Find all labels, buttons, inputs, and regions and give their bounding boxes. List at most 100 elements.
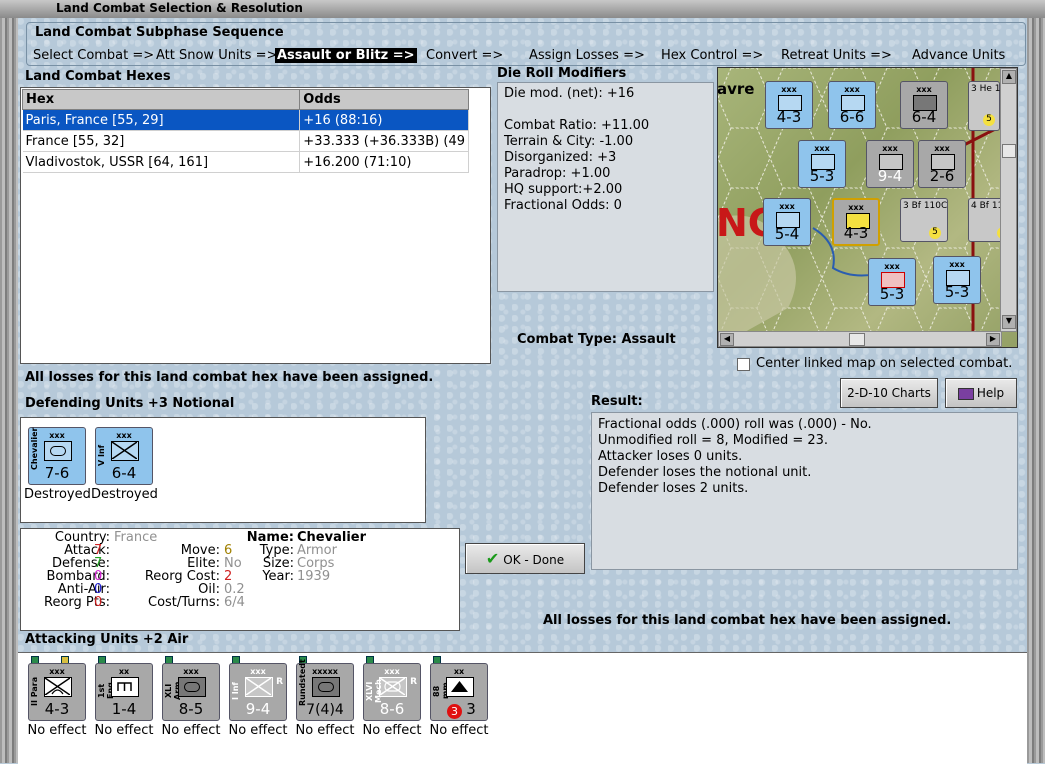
map-counter[interactable]: xxx 5-3 [933,256,981,304]
attacking-unit-counter[interactable]: xxxxx Rundstedt 7(4)4 [296,659,354,721]
map-counter[interactable]: xxx 5-4 [763,198,811,246]
combat-ratio: Combat Ratio: +11.00 [504,118,650,133]
step-hex-control: Hex Control => [661,48,764,63]
armor-symbol-icon [178,677,206,697]
infantry-symbol-icon [111,441,139,461]
infantry-symbol-icon [245,677,273,697]
window-titlebar[interactable]: Land Combat Selection & Resolution [0,0,1045,19]
attacking-unit-status: No effect [429,723,489,738]
checkmark-icon: ✔ [485,549,500,568]
hexes-table: Hex Odds Paris, France [55, 29] +16 (88:… [21,89,469,173]
map-air-counter[interactable]: 3 He 11 5 [968,81,1006,131]
map-counter[interactable]: xxx 9-4 [866,140,914,188]
defending-unit-counter[interactable]: xxx V Inf 6-4 [95,427,153,485]
info-country: France [114,530,158,545]
map-horizontal-scrollbar[interactable]: ◀ ▶ [718,331,1002,347]
anti-aircraft-icon [446,677,474,697]
attacking-units: xxx II Para 4-3 No effect xx 1st Eng 1-4… [18,652,1027,764]
combat-type-label: Combat Type: [517,332,617,347]
combat-type-value: Assault [621,332,676,347]
attacking-unit-status: No effect [362,723,422,738]
scroll-up-icon[interactable]: ▲ [1002,70,1016,84]
window-frame-right [1027,18,1045,763]
step-retreat-units: Retreat Units => [781,48,892,63]
subphase-sequence: Land Combat Subphase Sequence Select Com… [26,22,1026,66]
result-line: Fractional odds (.000) roll was (.000) -… [598,417,872,432]
map-counter-selected[interactable]: xxx 4-3 [832,198,880,246]
map-counter[interactable]: xxx 4-3 [765,81,813,129]
scroll-down-icon[interactable]: ▼ [1002,315,1016,329]
scroll-right-icon[interactable]: ▶ [986,333,1000,346]
combat-type: Combat Type: Assault [517,332,676,347]
paradrop: Paradrop: +1.00 [504,166,611,181]
map-air-counter[interactable]: 3 Bf 110C 5 [900,198,948,242]
linked-map[interactable]: avre NC xxx 4-3 xxx 6-6 xxx 6-4 xxx 5-3 … [717,67,1018,348]
hex-cell: Vladivostok, USSR [64, 161] [22,151,301,173]
attacking-unit-status: No effect [94,723,154,738]
attacking-unit-status: No effect [228,723,288,738]
hexes-list[interactable]: Hex Odds Paris, France [55, 29] +16 (88:… [20,87,491,364]
scroll-thumb[interactable] [849,333,865,346]
attacking-unit-counter[interactable]: xxx II Para 4-3 [28,663,86,721]
hexes-title: Land Combat Hexes [25,69,171,84]
table-row[interactable]: France [55, 32] +33.333 (+36.333B) (49 [22,130,469,152]
center-map-checkbox[interactable] [737,358,750,371]
attacking-unit-counter[interactable]: xx 88 mm 3 3 [430,663,488,721]
step-att-snow-units: Att Snow Units => [156,48,278,63]
unit-info: Country: France Attack: 7 Defense: 7 Bom… [20,528,460,631]
table-row[interactable]: Paris, France [55, 29] +16 (88:16) [22,109,469,131]
help-button[interactable]: Help [945,378,1017,408]
attacking-unit-status: No effect [295,723,355,738]
odds-cell: +16.200 (71:10) [299,151,469,173]
attacking-unit-status: No effect [161,723,221,738]
armor-symbol-icon [312,677,340,697]
result-line: Unmodified roll = 8, Modified = 23. [598,433,829,448]
step-assign-losses: Assign Losses => [529,48,645,63]
charts-button[interactable]: 2-D-10 Charts [840,378,938,408]
window-frame-left [0,18,18,763]
map-city-label: avre [717,80,755,98]
subphase-title: Land Combat Subphase Sequence [35,25,284,40]
ok-done-button[interactable]: ✔ OK - Done [465,543,585,574]
defending-unit-status: Destroyed [24,487,91,502]
die-roll-title: Die Roll Modifiers [497,66,627,81]
mechanized-icon [379,677,407,697]
info-cost-turns: 6/4 [224,595,245,610]
column-header-hex[interactable]: Hex [21,89,301,110]
hex-cell: France [55, 32] [22,130,301,152]
odds-cell: +33.333 (+36.333B) (49 [299,130,469,152]
info-year: 1939 [297,569,331,584]
map-counter[interactable]: xxx 5-3 [798,140,846,188]
losses-status-2: All losses for this land combat hex have… [543,613,952,628]
scroll-thumb[interactable] [1002,144,1016,158]
result-title: Result: [591,394,643,409]
center-map-label: Center linked map on selected combat. [756,356,1013,371]
defending-unit-counter[interactable]: xxx Chevalier 7-6 [28,427,86,485]
map-counter[interactable]: xxx 6-4 [900,81,948,129]
table-row[interactable]: Vladivostok, USSR [64, 161] +16.200 (71:… [22,151,469,173]
engineer-icon [111,677,139,697]
map-counter[interactable]: xxx 2-6 [918,140,966,188]
result-line: Defender loses the notional unit. [598,465,812,480]
result-line: Attacker loses 0 units. [598,449,743,464]
map-counter[interactable]: xxx 6-6 [828,81,876,129]
step-select-combat: Select Combat => [33,48,155,63]
odds-cell: +16 (88:16) [299,109,469,131]
hq-support: HQ support:+2.00 [504,182,623,197]
attacking-unit-counter[interactable]: xx 1st Eng 1-4 [95,663,153,721]
disorganized: Disorganized: +3 [504,150,617,165]
attacking-unit-counter[interactable]: xxx I Inf R 9-4 [229,663,287,721]
result-line: Defender loses 2 units. [598,481,749,496]
map-counter[interactable]: xxx 5-3 [868,258,916,306]
losses-status: All losses for this land combat hex have… [25,370,434,385]
step-advance-units: Advance Units [912,48,1006,63]
defending-units: xxx Chevalier 7-6 Destroyed xxx V Inf 6-… [20,417,426,523]
column-header-odds[interactable]: Odds [299,89,469,110]
scroll-left-icon[interactable]: ◀ [720,333,734,346]
step-assault-or-blitz: Assault or Blitz => [275,48,417,63]
map-vertical-scrollbar[interactable]: ▲ ▼ [1000,68,1017,332]
defending-unit-status: Destroyed [91,487,158,502]
attacking-unit-counter[interactable]: xxx XLI Arm 8-5 [162,663,220,721]
attacking-unit-counter[interactable]: xxx XLVI Mech R 8-6 [363,663,421,721]
result-panel: Fractional odds (.000) roll was (.000) -… [591,412,1018,570]
